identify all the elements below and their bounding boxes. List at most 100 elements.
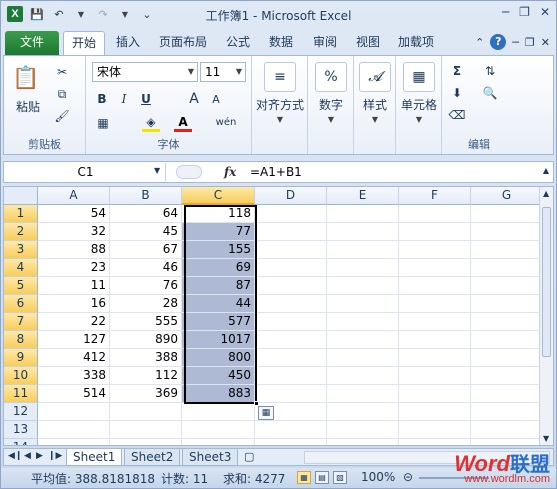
cell-a7[interactable]: 22 [38,313,110,331]
cell-c13[interactable] [182,421,255,439]
autosum-button[interactable]: Σ [448,62,466,80]
vertical-scroll-thumb[interactable] [542,207,551,357]
insert-sheet-icon[interactable]: ▢ [244,450,254,463]
sheet-tab-2[interactable]: Sheet2 [124,449,181,466]
cell-b13[interactable] [110,421,182,439]
cells-icon[interactable]: ▦ [403,62,435,92]
cell-f6[interactable] [399,295,471,313]
name-box[interactable]: C1 [6,163,166,181]
cell-g3[interactable] [471,241,543,259]
column-header-a[interactable]: A [38,187,110,205]
cell-a11[interactable]: 514 [38,385,110,403]
fill-color-icon[interactable]: ◈ [142,114,160,132]
cell-b12[interactable] [110,403,182,421]
number-label[interactable]: 数字 [308,96,354,112]
paste-button[interactable]: 粘贴 [12,98,44,114]
scroll-up-icon[interactable]: ▲ [543,189,549,198]
cell-d10[interactable] [255,367,327,385]
sort-filter-icon[interactable]: ⇅ [480,62,500,80]
cell-f3[interactable] [399,241,471,259]
style-label[interactable]: 样式 [354,96,396,112]
column-header-d[interactable]: D [255,187,327,205]
worksheet-grid[interactable]: ABCDEFG 1 54 64 118 2 32 45 77 3 88 67 155 4 23 46 69 5 1… [3,186,554,446]
column-header-c[interactable]: C [182,187,255,205]
tab-addins[interactable]: 加载项 [398,31,434,55]
row-header[interactable]: 11 [4,385,38,403]
font-color-button[interactable]: A [174,114,192,132]
cell-b3[interactable]: 67 [110,241,182,259]
cell-e9[interactable] [327,349,399,367]
cell-g1[interactable] [471,205,543,223]
next-sheet-icon[interactable]: ▶ [36,451,43,461]
tab-view[interactable]: 视图 [356,31,380,55]
cell-g2[interactable] [471,223,543,241]
zoom-out-icon[interactable]: ⊝ [403,470,413,484]
cell-a13[interactable] [38,421,110,439]
cell-b10[interactable]: 112 [110,367,182,385]
cell-e13[interactable] [327,421,399,439]
page-break-view-icon[interactable]: ▧ [333,471,347,484]
row-header[interactable]: 3 [4,241,38,259]
cell-f2[interactable] [399,223,471,241]
vertical-scrollbar[interactable]: ▲ ▼ [539,187,553,445]
close-icon[interactable]: ✕ [540,5,550,19]
cell-d3[interactable] [255,241,327,259]
minimize-icon[interactable]: ─ [502,5,509,19]
cell-d2[interactable] [255,223,327,241]
column-header-b[interactable]: B [110,187,182,205]
cell-d13[interactable] [255,421,327,439]
select-all-corner[interactable] [4,187,38,205]
style-icon[interactable]: 𝓐 [359,62,391,92]
sheet-tab-1[interactable]: Sheet1 [66,449,123,466]
cell-d4[interactable] [255,259,327,277]
cell-e3[interactable] [327,241,399,259]
cell-b4[interactable]: 46 [110,259,182,277]
cell-g4[interactable] [471,259,543,277]
cell-f13[interactable] [399,421,471,439]
shrink-font-button[interactable]: A [208,90,224,108]
column-header-e[interactable]: E [327,187,399,205]
cell-d9[interactable] [255,349,327,367]
formula-input[interactable]: =A1+B1 [250,163,302,181]
cell-c11[interactable]: 883 [182,385,255,403]
cell-b11[interactable]: 369 [110,385,182,403]
minimize-ribbon-icon[interactable]: ⌃ [475,36,484,49]
cell-c5[interactable]: 87 [182,277,255,295]
cell-a4[interactable]: 23 [38,259,110,277]
cells-label[interactable]: 单元格 [396,96,442,112]
row-header[interactable]: 8 [4,331,38,349]
cell-d11[interactable] [255,385,327,403]
cell-e10[interactable] [327,367,399,385]
formula-bar-splitter[interactable] [176,165,202,179]
sheet-tab-3[interactable]: Sheet3 [182,449,239,466]
tab-page-layout[interactable]: 页面布局 [159,31,207,55]
cell-a14[interactable] [38,439,110,445]
cell-g12[interactable] [471,403,543,421]
help-icon[interactable]: ? [490,34,507,50]
cell-e4[interactable] [327,259,399,277]
tab-home[interactable]: 开始 [63,31,106,55]
row-header[interactable]: 2 [4,223,38,241]
page-layout-view-icon[interactable]: ▤ [315,471,329,484]
cell-f10[interactable] [399,367,471,385]
column-header-f[interactable]: F [399,187,471,205]
row-header[interactable]: 4 [4,259,38,277]
prev-sheet-icon[interactable]: ◀ [24,451,31,461]
font-name-select[interactable]: 宋体 ▼ [92,62,198,82]
cells-dropdown-icon[interactable]: ▼ [415,114,423,124]
cell-d5[interactable] [255,277,327,295]
row-header[interactable]: 12 [4,403,38,421]
auto-fill-options-icon[interactable]: ▦ [258,406,274,420]
insert-function-button[interactable]: fx [224,163,236,181]
cell-d1[interactable] [255,205,327,223]
font-size-select[interactable]: 11 ▼ [200,62,246,82]
cell-a12[interactable] [38,403,110,421]
cell-a9[interactable]: 412 [38,349,110,367]
cell-d7[interactable] [255,313,327,331]
cell-a6[interactable]: 16 [38,295,110,313]
alignment-dropdown-icon[interactable]: ▼ [276,114,284,124]
cell-a1[interactable]: 54 [38,205,110,223]
cell-a8[interactable]: 127 [38,331,110,349]
tab-review[interactable]: 审阅 [313,31,337,55]
alignment-label[interactable]: 对齐方式 [252,96,308,112]
